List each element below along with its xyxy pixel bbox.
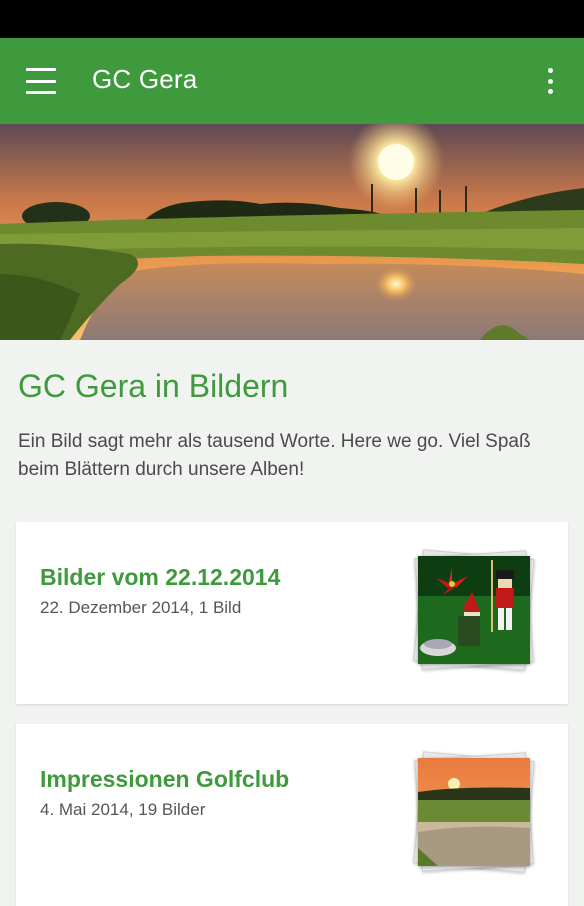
overflow-dot [547,89,553,94]
section-title: GC Gera in Bildern [18,368,289,404]
main-content: GC Gera in Bildern Ein Bild sagt mehr al… [0,340,584,906]
overflow-menu-icon[interactable] [543,68,557,94]
album-thumbnail [412,751,536,876]
album-card[interactable]: Bilder vom 22.12.2014 22. Dezember 2014,… [16,522,568,704]
menu-line [26,68,56,71]
album-meta: 4. Mai 2014, 19 Bilder [40,800,206,819]
christmas-decoration-photo [418,556,530,664]
overflow-dot [547,78,553,84]
menu-line [26,91,56,94]
section-description: Ein Bild sagt mehr als tausend Worte. He… [18,431,531,480]
album-card[interactable]: Impressionen Golfclub 4. Mai 2014, 19 Bi… [16,724,568,906]
hamburger-menu-icon[interactable] [26,68,60,94]
hero-image [0,124,584,340]
overflow-dot [547,68,553,73]
album-title: Impressionen Golfclub [40,766,290,792]
golf-course-sunset-photo [418,758,530,866]
album-meta: 22. Dezember 2014, 1 Bild [40,598,242,617]
menu-line [26,79,56,83]
app-title: GC Gera [92,64,198,94]
status-bar [0,0,584,38]
app-bar: GC Gera [0,38,584,124]
album-thumbnail [412,549,536,674]
golf-course-sunset-image [0,124,584,340]
album-title: Bilder vom 22.12.2014 [40,564,281,590]
